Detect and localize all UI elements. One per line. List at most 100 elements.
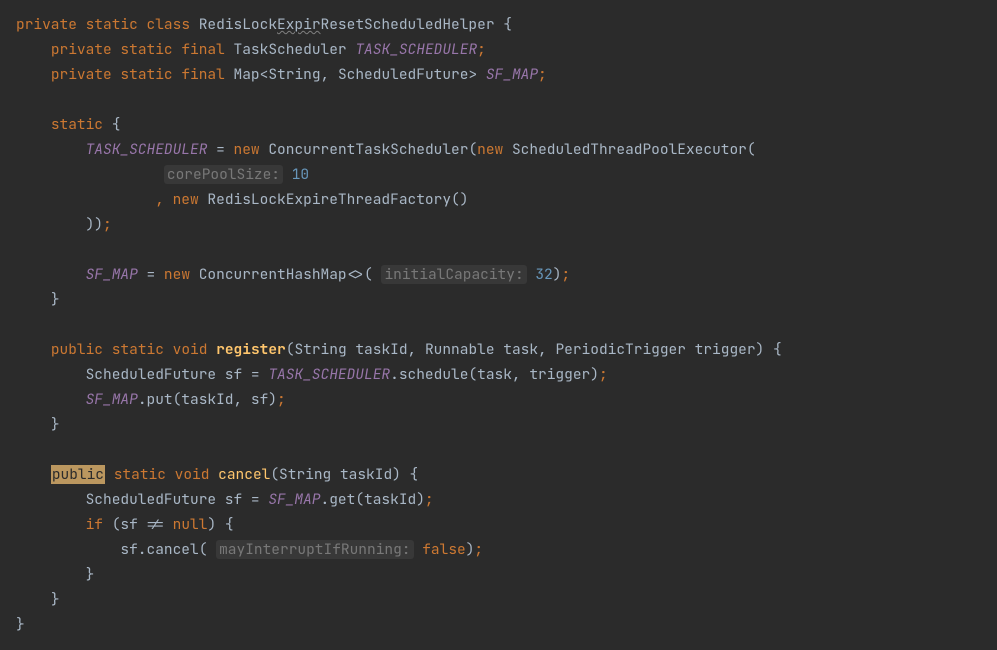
code-line: } bbox=[16, 412, 981, 437]
code-line: ScheduledFuture sf = TASK_SCHEDULER.sche… bbox=[16, 362, 981, 387]
keyword-static: static bbox=[120, 65, 172, 84]
keyword-static: static bbox=[120, 40, 172, 59]
params: (String taskId) bbox=[270, 465, 401, 484]
type: ScheduledFuture bbox=[86, 490, 217, 509]
keyword-private: private bbox=[51, 40, 112, 59]
parameter-hint: initialCapacity: bbox=[381, 265, 526, 284]
brace-close: } bbox=[86, 565, 95, 584]
field: SF_MAP bbox=[86, 390, 138, 409]
type: ScheduledThreadPoolExecutor bbox=[512, 140, 747, 159]
keyword-new: new bbox=[477, 140, 503, 159]
keyword-static: static bbox=[86, 15, 138, 34]
brace-open: { bbox=[503, 15, 512, 34]
call: .get(taskId) bbox=[321, 490, 425, 509]
brace-close: } bbox=[51, 415, 60, 434]
semicolon: ; bbox=[599, 365, 608, 384]
class-name-typo: Expir bbox=[277, 15, 321, 34]
type: ConcurrentHashMap bbox=[199, 265, 347, 284]
blank-line bbox=[16, 312, 981, 337]
code-line: public static void cancel(String taskId)… bbox=[16, 462, 981, 487]
semicolon: ; bbox=[277, 390, 286, 409]
code-line: sf.cancel( mayInterruptIfRunning: false)… bbox=[16, 537, 981, 562]
call: .schedule(task, trigger) bbox=[390, 365, 599, 384]
code-line: } bbox=[16, 562, 981, 587]
comma: , bbox=[155, 190, 164, 209]
generics: <> bbox=[347, 265, 364, 284]
blank-line bbox=[16, 237, 981, 262]
number-literal: 32 bbox=[535, 265, 552, 284]
field: SF_MAP bbox=[486, 65, 538, 84]
method-name: cancel bbox=[218, 465, 270, 484]
keyword-private: private bbox=[16, 15, 77, 34]
var: sf = bbox=[216, 490, 268, 509]
blank-line bbox=[16, 87, 981, 112]
code-line: static { bbox=[16, 112, 981, 137]
keyword-new: new bbox=[164, 265, 190, 284]
cond: (sf != bbox=[103, 515, 173, 534]
field: TASK_SCHEDULER bbox=[268, 365, 390, 384]
keyword-final: final bbox=[181, 40, 225, 59]
paren-close: )) bbox=[86, 215, 103, 234]
keyword-if: if bbox=[86, 515, 103, 534]
code-line: private static final Map<String, Schedul… bbox=[16, 62, 981, 87]
code-line: SF_MAP = new ConcurrentHashMap<>( initia… bbox=[16, 262, 981, 287]
type: ScheduledFuture bbox=[86, 365, 217, 384]
keyword-static: static bbox=[112, 340, 164, 359]
keyword-public: public bbox=[51, 340, 103, 359]
op: = bbox=[207, 140, 233, 159]
keyword-void: void bbox=[175, 465, 210, 484]
code-line: } bbox=[16, 287, 981, 312]
semicolon: ; bbox=[425, 490, 434, 509]
semicolon: ; bbox=[477, 40, 486, 59]
semicolon: ; bbox=[561, 265, 570, 284]
code-line: , new RedisLockExpireThreadFactory() bbox=[16, 187, 981, 212]
paren-open: ( bbox=[747, 140, 756, 159]
code-line: ScheduledFuture sf = SF_MAP.get(taskId); bbox=[16, 487, 981, 512]
keyword-static: static bbox=[114, 465, 166, 484]
code-line: } bbox=[16, 587, 981, 612]
parameter-hint: mayInterruptIfRunning: bbox=[216, 540, 413, 559]
code-line: )); bbox=[16, 212, 981, 237]
method-name: register bbox=[216, 340, 286, 359]
keyword-class: class bbox=[147, 15, 191, 34]
keyword-false: false bbox=[422, 540, 466, 559]
code-editor[interactable]: private static class RedisLockExpirReset… bbox=[16, 12, 981, 637]
keyword-static: static bbox=[51, 115, 103, 134]
brace-open: { bbox=[773, 340, 782, 359]
brace-open: { bbox=[225, 515, 234, 534]
parameter-hint: corePoolSize: bbox=[164, 165, 283, 184]
type: ConcurrentTaskScheduler bbox=[268, 140, 468, 159]
code-line: SF_MAP.put(taskId, sf); bbox=[16, 387, 981, 412]
call: sf.cancel( bbox=[120, 540, 207, 559]
type: TaskScheduler bbox=[234, 40, 347, 59]
var: sf = bbox=[216, 365, 268, 384]
keyword-void: void bbox=[173, 340, 208, 359]
field: SF_MAP bbox=[86, 265, 138, 284]
parens: () bbox=[451, 190, 468, 209]
keyword-null: null bbox=[173, 515, 208, 534]
keyword-private: private bbox=[51, 65, 112, 84]
keyword-final: final bbox=[181, 65, 225, 84]
semicolon: ; bbox=[474, 540, 483, 559]
brace-close: } bbox=[16, 615, 25, 634]
brace-close: } bbox=[51, 590, 60, 609]
params: (String taskId, Runnable task, PeriodicT… bbox=[286, 340, 765, 359]
call: .put(taskId, sf) bbox=[138, 390, 277, 409]
field: SF_MAP bbox=[268, 490, 320, 509]
code-line: public static void register(String taskI… bbox=[16, 337, 981, 362]
selected-keyword-public: public bbox=[51, 465, 105, 484]
field: TASK_SCHEDULER bbox=[355, 40, 477, 59]
paren-close: ) bbox=[207, 515, 224, 534]
generics: <String, ScheduledFuture> bbox=[260, 65, 478, 84]
number-literal: 10 bbox=[292, 165, 309, 184]
class-name: RedisLock bbox=[199, 15, 277, 34]
code-line: corePoolSize: 10 bbox=[16, 162, 981, 187]
code-line: private static final TaskScheduler TASK_… bbox=[16, 37, 981, 62]
class-name: ResetScheduledHelper bbox=[321, 15, 495, 34]
paren-open: ( bbox=[364, 265, 373, 284]
code-line: TASK_SCHEDULER = new ConcurrentTaskSched… bbox=[16, 137, 981, 162]
semicolon: ; bbox=[103, 215, 112, 234]
code-line: private static class RedisLockExpirReset… bbox=[16, 12, 981, 37]
brace-open: { bbox=[112, 115, 121, 134]
brace-open: { bbox=[410, 465, 419, 484]
